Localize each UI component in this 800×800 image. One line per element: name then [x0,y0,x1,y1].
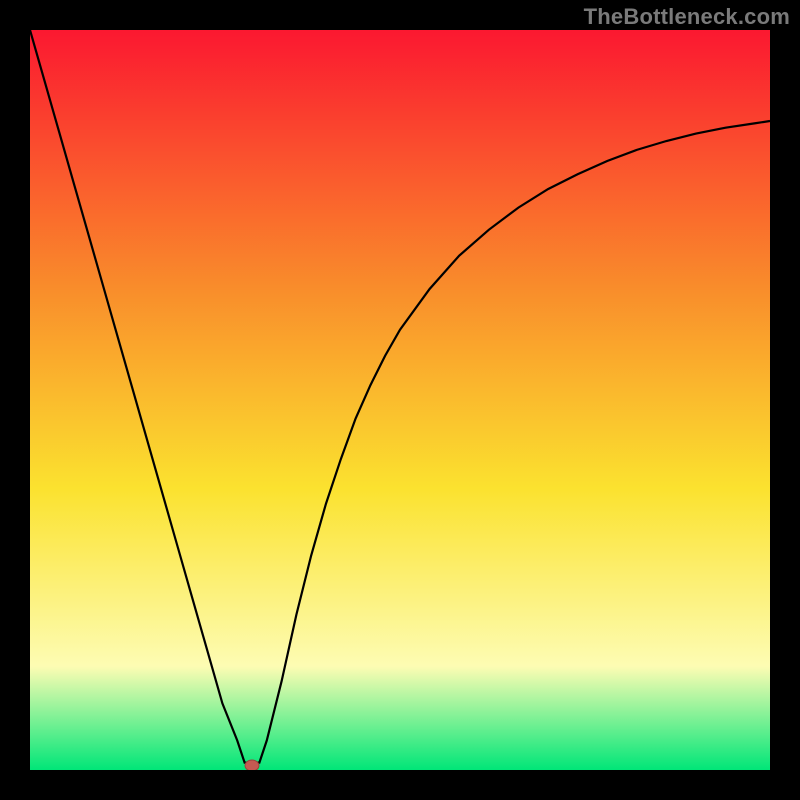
plot-background [30,30,770,770]
optimal-point-marker [245,760,259,770]
watermark-text: TheBottleneck.com [584,4,790,30]
chart-plot [30,30,770,770]
chart-stage: TheBottleneck.com [0,0,800,800]
